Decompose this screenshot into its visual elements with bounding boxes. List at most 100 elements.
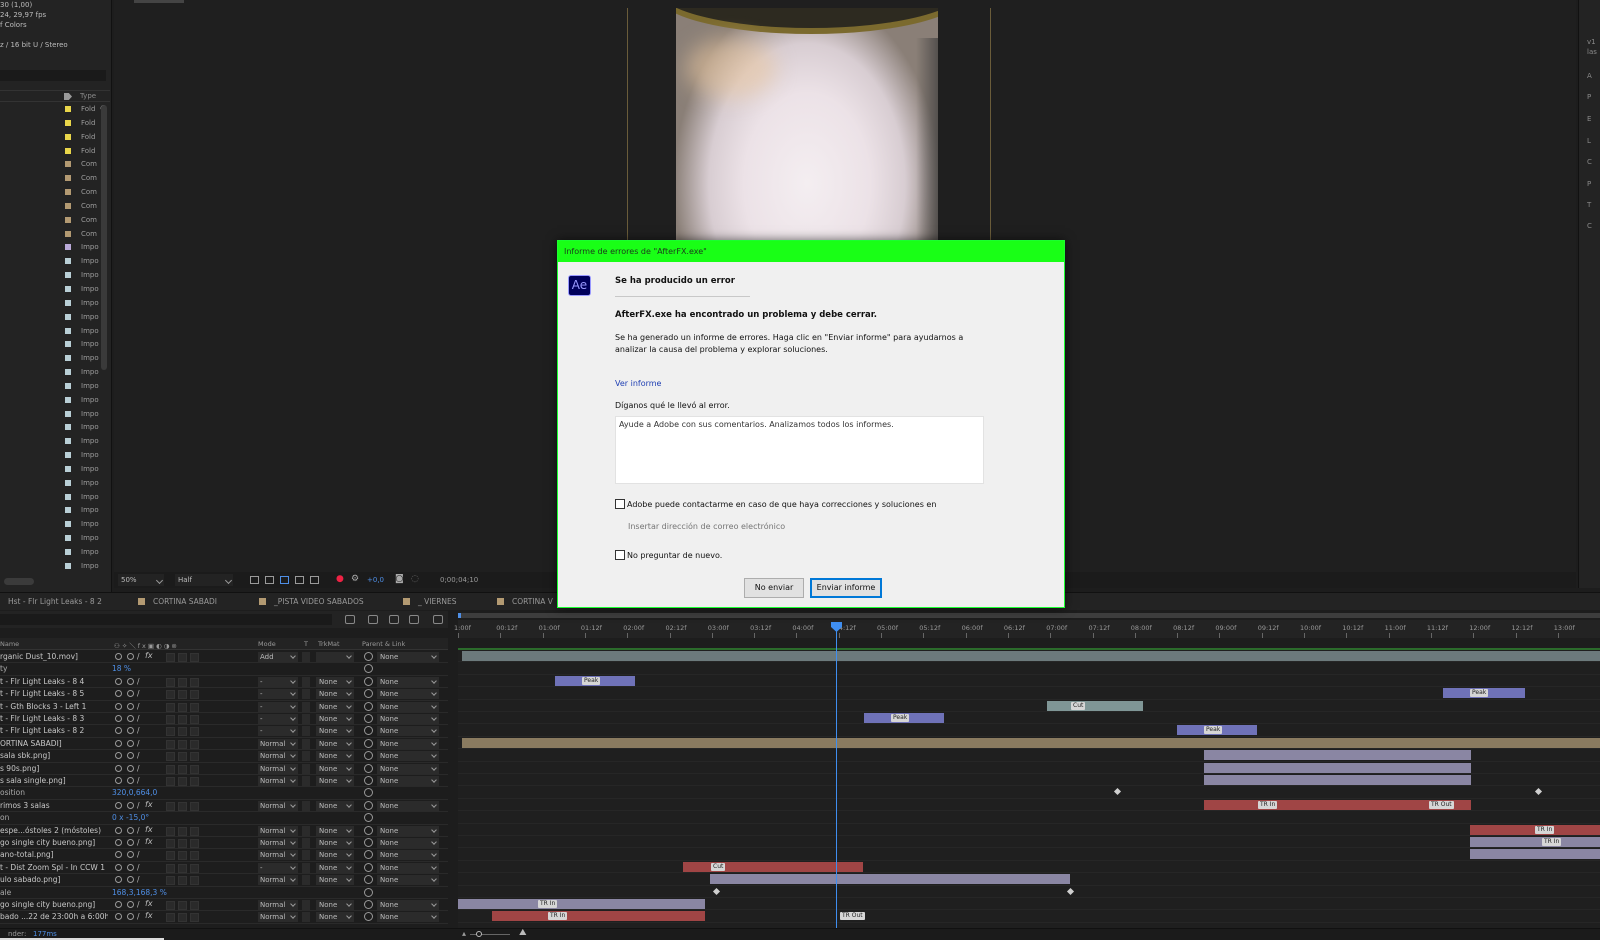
track-matte-select[interactable]: None — [316, 900, 354, 910]
track-row[interactable] — [458, 724, 1600, 737]
motion-blur-switch[interactable] — [166, 901, 175, 910]
track-matte-select[interactable]: None — [316, 751, 354, 762]
preserve-transparency-toggle[interactable] — [302, 900, 310, 910]
shy-switch-icon[interactable] — [115, 677, 122, 685]
layer-marker[interactable]: Peak — [891, 714, 910, 722]
property-value[interactable]: 0 x -15,0° — [112, 813, 149, 822]
collapse-switch-icon[interactable] — [127, 690, 134, 698]
parent-select[interactable]: None — [377, 825, 439, 836]
pick-whip-icon[interactable] — [364, 900, 373, 909]
adjustment-switch[interactable] — [178, 777, 187, 786]
quality-switch-icon[interactable]: / — [137, 751, 140, 760]
layer-row[interactable]: t - Gth Blocks 3 - Left 1 / - None None — [0, 701, 448, 713]
quality-switch-icon[interactable]: / — [137, 702, 140, 711]
track-row[interactable] — [458, 836, 1600, 849]
shy-switch-icon[interactable] — [115, 863, 122, 871]
layer-marker[interactable]: TR In — [1535, 825, 1555, 834]
layer-tracks[interactable]: Peak Peak Cut Peak Peak TR In TR Out TR In TR In… — [458, 650, 1600, 930]
track-matte-select[interactable]: None — [316, 714, 354, 724]
collapse-switch-icon[interactable] — [127, 653, 134, 660]
project-search-input[interactable] — [0, 70, 106, 81]
name-column-header[interactable]: Name — [0, 640, 19, 648]
shy-switch-icon[interactable] — [115, 739, 122, 747]
blend-mode-select[interactable]: - — [258, 862, 298, 873]
track-row[interactable] — [458, 687, 1600, 700]
layer-property-row[interactable]: ty 18 % — [0, 663, 448, 676]
adjustment-switch[interactable] — [178, 752, 187, 762]
layer-marker[interactable]: TR Out — [840, 912, 865, 921]
layer-marker[interactable]: TR Out — [1429, 800, 1454, 809]
label-color-swatch[interactable] — [65, 272, 71, 279]
pick-whip-icon[interactable] — [364, 751, 373, 761]
motion-blur-switch[interactable] — [166, 876, 175, 886]
shy-switch-icon[interactable] — [115, 913, 122, 921]
layer-row[interactable]: t - Flr Light Leaks - 8 4 / - None None — [0, 676, 448, 689]
collapse-switch-icon[interactable] — [127, 801, 134, 809]
project-h-scrollbar[interactable] — [4, 578, 34, 585]
layer-duration-bar[interactable]: TR In — [492, 911, 705, 922]
track-matte-select[interactable]: None — [316, 676, 354, 687]
label-color-swatch[interactable] — [65, 341, 71, 348]
property-value[interactable]: 168,3,168,3 % — [112, 888, 167, 897]
label-color-swatch[interactable] — [65, 133, 71, 140]
label-color-swatch[interactable] — [65, 258, 71, 265]
label-tag-icon[interactable] — [64, 93, 72, 100]
blend-mode-select[interactable]: Normal — [258, 850, 298, 861]
layer-search-input[interactable] — [0, 614, 332, 625]
project-item[interactable]: Impo — [0, 560, 102, 574]
parent-select[interactable]: None — [377, 850, 439, 861]
layer-duration-bar[interactable] — [462, 651, 1600, 661]
preserve-transparency-toggle[interactable] — [302, 912, 310, 923]
project-item[interactable]: Com — [0, 172, 102, 186]
region-of-interest-icon[interactable] — [250, 576, 259, 584]
3d-view-icon[interactable] — [310, 576, 319, 584]
quality-switch-icon[interactable]: / — [137, 776, 140, 785]
project-item[interactable]: Impo — [0, 297, 102, 311]
pick-whip-icon[interactable] — [364, 912, 373, 922]
shy-switch-icon[interactable] — [115, 839, 122, 846]
current-time-indicator[interactable] — [836, 626, 837, 930]
collapse-switch-icon[interactable] — [127, 863, 134, 871]
parent-select[interactable]: None — [377, 862, 439, 873]
label-color-swatch[interactable] — [65, 285, 71, 292]
label-color-swatch[interactable] — [65, 535, 71, 542]
tab-comp[interactable]: CORTINA SABADI — [138, 597, 217, 606]
trkmat-column-header[interactable]: TrkMat — [318, 640, 340, 648]
layer-row[interactable]: go single city bueno.png] / fx Normal None No… — [0, 899, 448, 912]
project-item[interactable]: Fold — [0, 145, 102, 159]
project-item[interactable]: Impo — [0, 518, 102, 532]
motion-blur-switch[interactable] — [166, 764, 175, 774]
blend-mode-select[interactable]: Normal — [258, 763, 298, 774]
pick-whip-icon[interactable] — [364, 850, 373, 860]
layer-marker[interactable]: TR In — [538, 900, 558, 908]
project-item[interactable]: Impo — [0, 477, 102, 491]
label-color-swatch[interactable] — [65, 424, 71, 431]
layer-row[interactable]: t - Flr Light Leaks - 8 5 / - None None — [0, 688, 448, 701]
layer-row[interactable]: s sala single.png] / Normal None None — [0, 775, 448, 788]
fx-switch-icon[interactable]: fx — [145, 825, 153, 834]
collapse-switch-icon[interactable] — [127, 702, 134, 710]
parent-select[interactable]: None — [377, 738, 439, 749]
layer-row[interactable]: ORTINA SABADI] / Normal None None — [0, 738, 448, 751]
quality-switch-icon[interactable]: / — [137, 850, 140, 859]
adjustment-switch[interactable] — [178, 876, 187, 886]
adjustment-switch[interactable] — [178, 677, 187, 687]
track-matte-select[interactable]: None — [316, 689, 354, 700]
preserve-transparency-toggle[interactable] — [302, 862, 310, 873]
adjustment-switch[interactable] — [178, 653, 187, 662]
layer-duration-bar[interactable]: TR In — [1470, 837, 1600, 847]
layer-duration-bar[interactable]: TR In TR Out — [1204, 799, 1471, 810]
preserve-transparency-toggle[interactable] — [302, 714, 310, 724]
label-color-swatch[interactable] — [65, 244, 71, 251]
label-color-swatch[interactable] — [65, 161, 71, 168]
project-item[interactable]: Impo — [0, 532, 102, 546]
track-matte-select[interactable]: None — [316, 776, 354, 786]
label-color-swatch[interactable] — [65, 479, 71, 486]
quality-switch-icon[interactable]: / — [137, 726, 140, 735]
collapse-switch-icon[interactable] — [127, 764, 134, 772]
collapse-switch-icon[interactable] — [127, 826, 134, 834]
tab-comp[interactable]: _ VIERNES — [403, 597, 457, 606]
tab-comp[interactable]: Hst - Flr Light Leaks - 8 2 — [8, 597, 102, 606]
mode-column-header[interactable]: Mode — [258, 640, 276, 648]
fx-switch-icon[interactable]: fx — [145, 837, 153, 846]
